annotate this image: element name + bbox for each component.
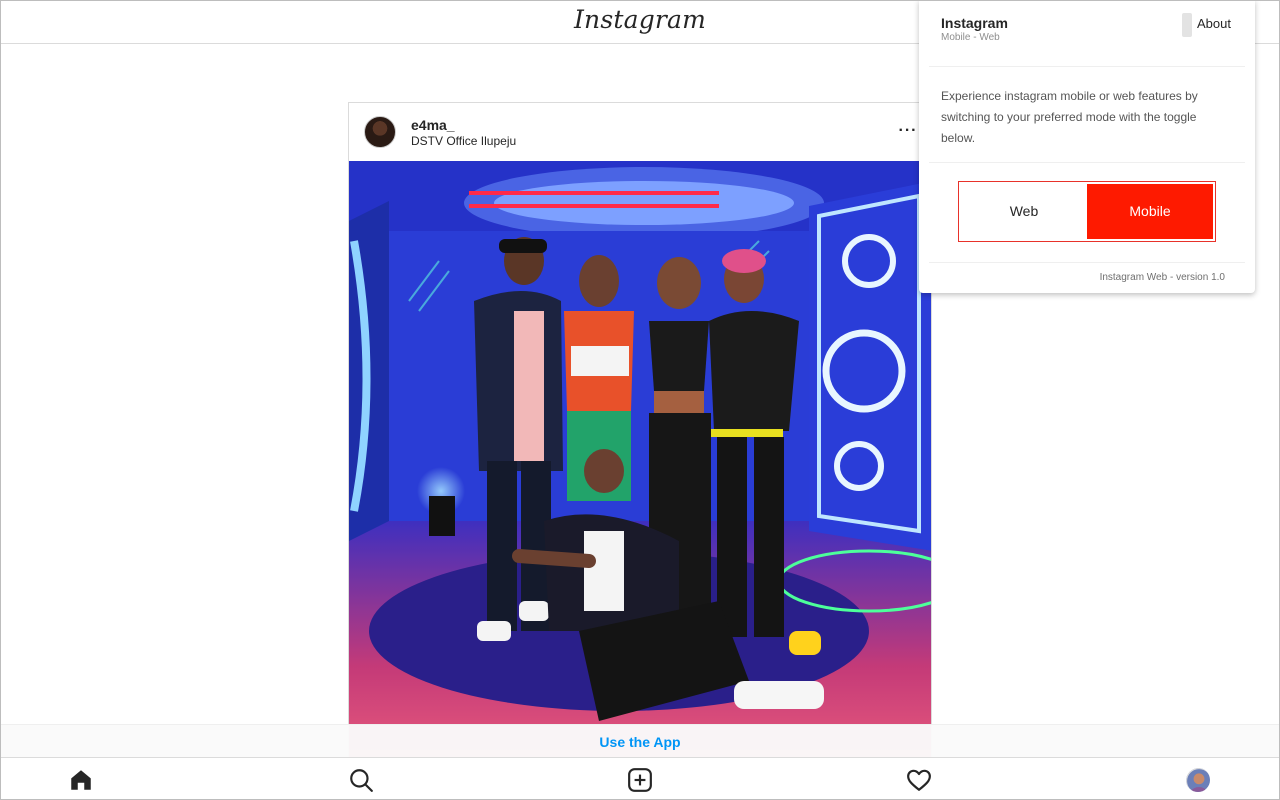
popup-description: Experience instagram mobile or web featu…: [941, 89, 1198, 145]
divider: [929, 66, 1245, 67]
divider: [929, 262, 1245, 263]
post-photo[interactable]: [349, 161, 931, 761]
more-options-button[interactable]: ···: [897, 121, 919, 141]
post-photo-image: [349, 161, 931, 761]
profile-avatar[interactable]: [1186, 768, 1210, 792]
mode-toggle: Web Mobile: [958, 181, 1216, 242]
popup-subtitle: Mobile - Web: [941, 32, 1000, 43]
bottom-navigation: [0, 757, 1280, 800]
toggle-mobile-option[interactable]: Mobile: [1087, 184, 1213, 239]
home-icon[interactable]: [68, 767, 94, 793]
post-header: e4ma_ DSTV Office Ilupeju ···: [349, 103, 931, 161]
popup-title: Instagram: [941, 15, 1008, 31]
use-the-app-banner: Use the App: [0, 724, 1280, 757]
about-label: About: [1197, 16, 1231, 31]
search-icon[interactable]: [348, 767, 374, 793]
post-location[interactable]: DSTV Office Ilupeju: [411, 134, 516, 148]
mode-switch-popup: Instagram Mobile - Web About Experience …: [919, 0, 1255, 293]
new-post-icon[interactable]: [627, 767, 653, 793]
use-the-app-link[interactable]: Use the App: [599, 734, 680, 750]
version-text: Instagram Web - version 1.0: [1099, 272, 1225, 283]
post-card: e4ma_ DSTV Office Ilupeju ···: [348, 102, 932, 762]
about-indicator: [1182, 13, 1192, 37]
divider: [929, 162, 1245, 163]
toggle-web-option[interactable]: Web: [961, 184, 1087, 239]
user-avatar[interactable]: [364, 116, 396, 148]
post-username[interactable]: e4ma_: [411, 117, 455, 133]
activity-heart-icon[interactable]: [906, 767, 932, 793]
